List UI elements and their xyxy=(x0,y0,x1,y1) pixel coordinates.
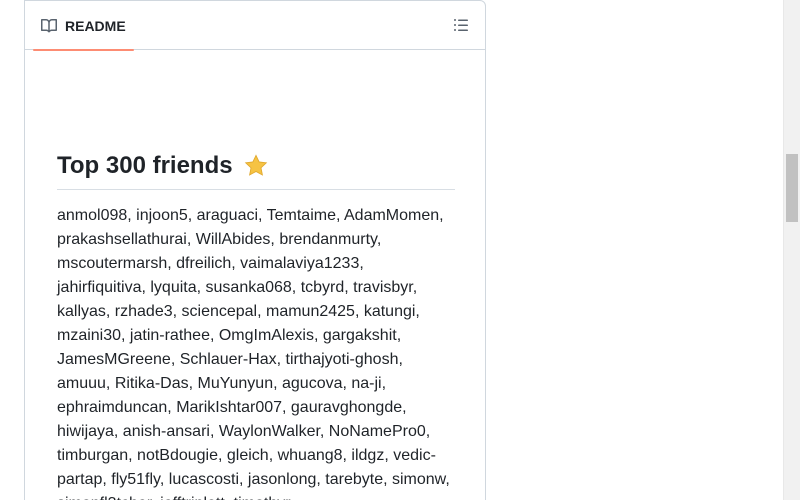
readme-body: Top 300 friends anmol098, injoon5, aragu… xyxy=(57,151,455,500)
star-icon xyxy=(244,154,267,176)
readme-tab[interactable]: README xyxy=(33,1,134,51)
readme-header: README xyxy=(25,1,485,51)
scrollbar-track[interactable] xyxy=(783,0,800,500)
scrollbar-thumb[interactable] xyxy=(786,154,798,222)
heading-text: Top 300 friends xyxy=(57,152,233,179)
page: README Top 300 friends anmol098, injoon5… xyxy=(0,0,800,500)
list-unordered-icon[interactable] xyxy=(453,17,469,33)
book-icon xyxy=(41,18,57,32)
readme-container: README Top 300 friends anmol098, injoon5… xyxy=(24,0,486,500)
friends-list-text: anmol098, injoon5, araguaci, Temtaime, A… xyxy=(57,207,450,500)
section-heading: Top 300 friends xyxy=(57,151,455,190)
readme-tab-label: README xyxy=(65,17,126,34)
